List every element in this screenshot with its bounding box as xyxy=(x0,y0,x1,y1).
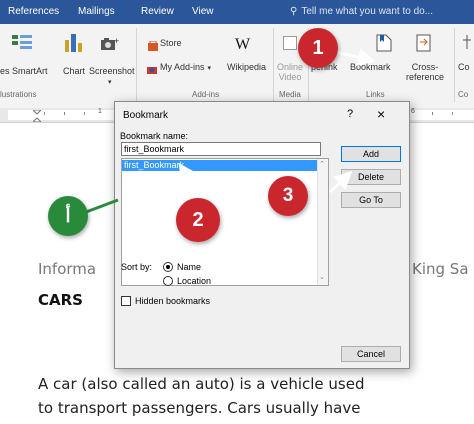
callout-arabic-arrow xyxy=(85,198,119,214)
callout-3-arrow xyxy=(328,170,353,194)
callout-1: 1 xyxy=(298,28,338,68)
callout-1-arrow xyxy=(335,48,376,67)
callout-2-arrow xyxy=(178,163,206,201)
callout-arabic: أ xyxy=(48,196,88,236)
callout-3: 3 xyxy=(268,176,308,216)
callout-2: 2 xyxy=(176,198,220,242)
